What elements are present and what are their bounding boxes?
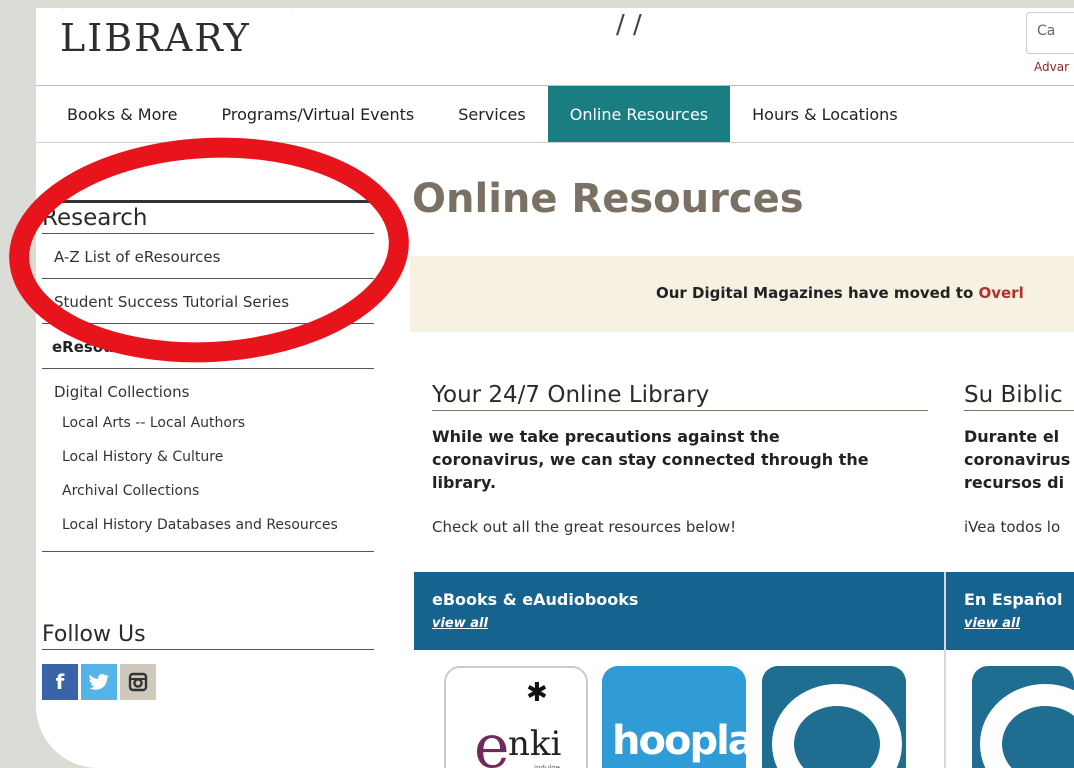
nav-books-more[interactable]: Books & More bbox=[36, 86, 199, 142]
sidebar: Research A-Z List of eResources Student … bbox=[42, 200, 374, 552]
hoopla-tile[interactable]: hoopla bbox=[602, 666, 746, 768]
sidebar-group-digital: Digital Collections Local Arts -- Local … bbox=[42, 369, 374, 552]
nav-hours-locations[interactable]: Hours & Locations bbox=[730, 86, 920, 142]
overdrive-logo-icon bbox=[980, 684, 1074, 768]
twitter-icon[interactable] bbox=[81, 664, 117, 700]
nav-online-resources[interactable]: Online Resources bbox=[547, 86, 731, 142]
intro-line: library. bbox=[432, 473, 497, 492]
hoopla-logo: hoopla bbox=[612, 718, 746, 764]
intro-plain-text-es: iVea todos lo bbox=[964, 518, 1061, 536]
spanish-intro: Su Biblic Durante el coronavirus recurso… bbox=[964, 382, 1074, 536]
sidebar-item-local-arts[interactable]: Local Arts -- Local Authors bbox=[42, 407, 374, 441]
overdrive-link[interactable]: Overl bbox=[978, 284, 1023, 302]
panel-title-ebooks: eBooks & eAudiobooks bbox=[432, 590, 639, 609]
intro-line-es: recursos di bbox=[964, 473, 1065, 492]
enki-logo-letter: e bbox=[474, 712, 510, 768]
sidebar-item-az-list[interactable]: A-Z List of eResources bbox=[42, 234, 374, 279]
intro-line: coronavirus, we can stay connected throu… bbox=[432, 450, 869, 469]
intro-bold-text: While we take precautions against the co… bbox=[432, 425, 928, 494]
facebook-icon[interactable]: f bbox=[42, 664, 78, 700]
ebooks-panel-header: eBooks & eAudiobooks view all bbox=[414, 572, 944, 650]
follow-us-heading: Follow Us bbox=[42, 622, 374, 650]
intro-bold-text-es: Durante el coronavirus recursos di bbox=[964, 425, 1074, 494]
announcement-banner: Our Digital Magazines have moved to Over… bbox=[410, 256, 1074, 332]
sidebar-item-student-success[interactable]: Student Success Tutorial Series bbox=[42, 279, 374, 324]
advanced-search-link[interactable]: Advar bbox=[1034, 60, 1069, 74]
library-logo[interactable]: LIBRARY bbox=[60, 16, 251, 60]
catalog-search-input[interactable]: Ca bbox=[1026, 12, 1074, 54]
intro-title-es: Su Biblic bbox=[964, 382, 1074, 411]
intro-line: While we take precautions against the bbox=[432, 427, 780, 446]
banner-message: Our Digital Magazines have moved to bbox=[656, 284, 979, 302]
enki-tagline: indulge bbox=[534, 764, 560, 768]
splat-icon: ✱ bbox=[526, 678, 548, 708]
intro-line-es: Durante el bbox=[964, 427, 1060, 446]
social-links: f bbox=[42, 664, 159, 700]
sidebar-item-history-databases[interactable]: Local History Databases and Resources bbox=[42, 509, 374, 543]
espanol-panel-header: En Español view all bbox=[946, 572, 1074, 650]
nav-programs-events[interactable]: Programs/Virtual Events bbox=[199, 86, 436, 142]
page-title: Online Resources bbox=[412, 176, 804, 222]
english-intro: Your 24/7 Online Library While we take p… bbox=[432, 382, 928, 536]
nav-divider bbox=[36, 142, 1074, 143]
main-nav: Books & More Programs/Virtual Events Ser… bbox=[36, 86, 1074, 142]
overdrive-tile[interactable] bbox=[762, 666, 906, 768]
view-all-ebooks-link[interactable]: view all bbox=[432, 616, 488, 631]
browser-page: LIBRARY / / Ca Advar Books & More Progra… bbox=[36, 8, 1074, 768]
overdrive-logo-icon bbox=[772, 684, 902, 768]
overdrive-espanol-tile[interactable] bbox=[972, 666, 1074, 768]
intro-plain-text: Check out all the great resources below! bbox=[432, 518, 737, 536]
sidebar-item-archival[interactable]: Archival Collections bbox=[42, 475, 374, 509]
intro-line-es: coronavirus bbox=[964, 450, 1071, 469]
sidebar-item-digital-collections[interactable]: Digital Collections bbox=[42, 369, 374, 407]
nav-services[interactable]: Services bbox=[436, 86, 547, 142]
enki-tile[interactable]: ✱ e nki indulge bbox=[444, 666, 588, 768]
view-all-espanol-link[interactable]: view all bbox=[964, 616, 1020, 631]
banner-text: Our Digital Magazines have moved to Over… bbox=[656, 284, 1024, 302]
enki-logo-word: nki bbox=[508, 724, 562, 764]
tagline-fragment: / / bbox=[616, 10, 642, 40]
sidebar-item-eresources[interactable]: eResources bbox=[42, 324, 374, 369]
intro-title: Your 24/7 Online Library bbox=[432, 382, 928, 411]
panel-title-espanol: En Español bbox=[964, 590, 1063, 609]
sidebar-heading-research: Research bbox=[42, 200, 374, 234]
sidebar-item-local-history[interactable]: Local History & Culture bbox=[42, 441, 374, 475]
instagram-icon[interactable] bbox=[120, 664, 156, 700]
